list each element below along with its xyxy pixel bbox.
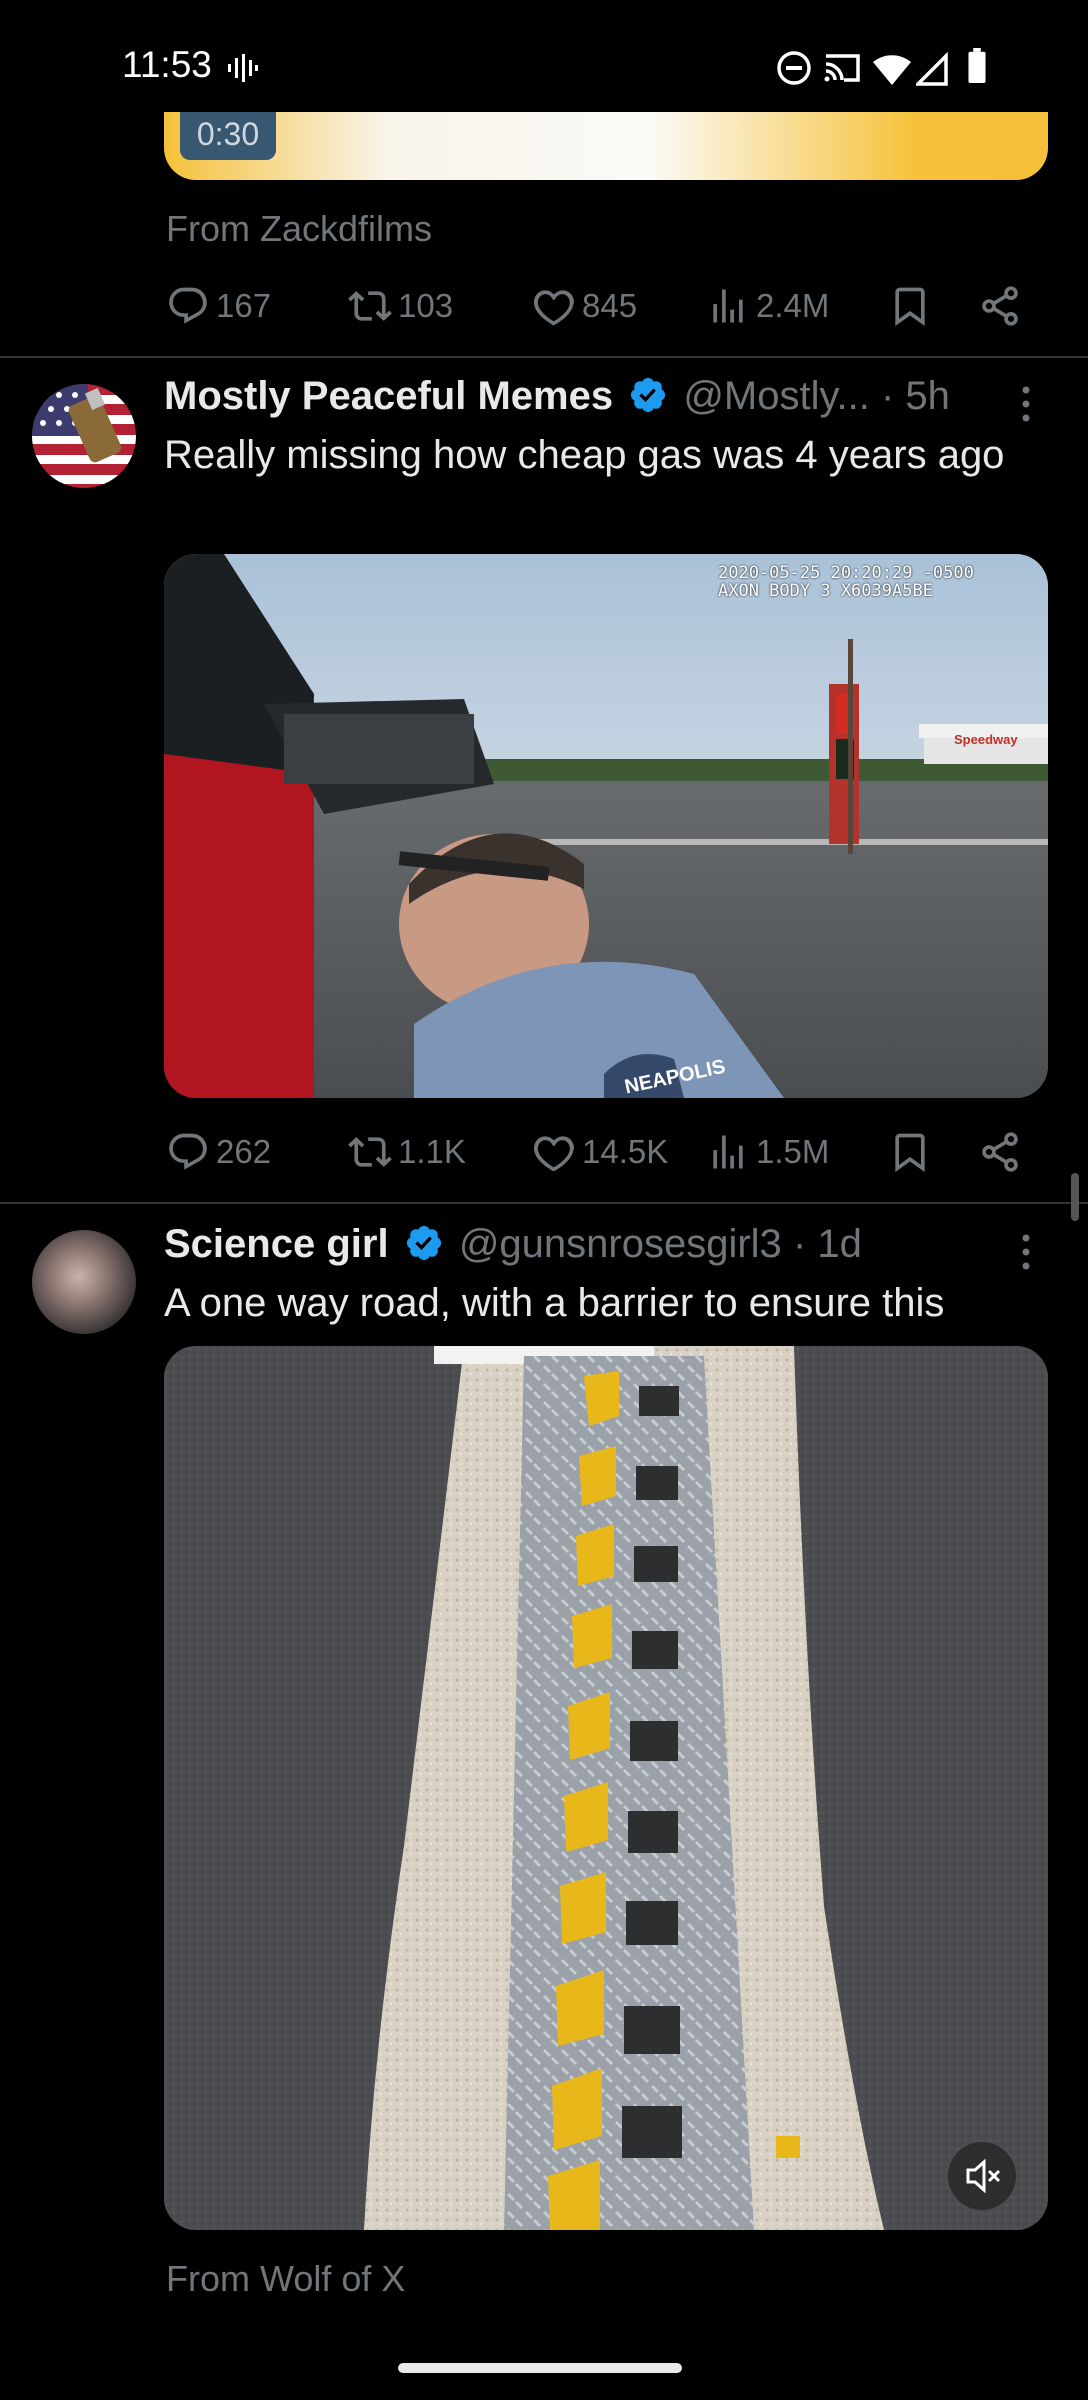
- tweet-image[interactable]: 2020-05-25 20:20:29 -0500 AXON BODY 3 X6…: [164, 554, 1048, 1098]
- post-time[interactable]: · 1d: [793, 1222, 862, 1266]
- road-barrier-scene: [164, 1346, 1048, 2230]
- tweet-text: Really missing how cheap gas was 4 years…: [164, 433, 1005, 477]
- tweet-actions: 167 103 845 2.4M: [166, 276, 1048, 336]
- repost-button[interactable]: 103: [348, 276, 453, 336]
- repost-button[interactable]: 1.1K: [348, 1122, 466, 1182]
- views-count: 2.4M: [756, 287, 830, 324]
- video-duration-badge: 0:30: [180, 112, 276, 160]
- reply-icon: [169, 1133, 207, 1170]
- display-name[interactable]: Mostly Peaceful Memes: [164, 374, 613, 418]
- verified-badge-icon: [406, 1225, 441, 1261]
- tweet-header: Science girl @gunsnrosesgirl3 · 1d: [164, 1222, 862, 1267]
- more-options-icon[interactable]: [1016, 1232, 1036, 1272]
- clipped-actions-edge: [160, 2332, 1060, 2336]
- station-sign: Speedway: [954, 732, 1018, 747]
- bookmark-icon[interactable]: [888, 284, 932, 328]
- like-icon: [533, 1136, 575, 1172]
- battery-icon: [968, 48, 986, 84]
- views-icon: [713, 1135, 743, 1169]
- scrollbar-thumb[interactable]: [1071, 1173, 1079, 1221]
- repost-icon: [348, 291, 392, 321]
- views-button[interactable]: 2.4M: [706, 276, 829, 336]
- reply-count: 167: [216, 287, 272, 324]
- bookmark-icon[interactable]: [888, 1130, 932, 1174]
- tweet-divider: [0, 1202, 1088, 1204]
- tweet-actions: 262 1.1K 14.5K 1.5M: [166, 1122, 1048, 1182]
- like-icon: [533, 290, 575, 326]
- bodycam-scene: [164, 554, 1048, 1098]
- tweet-text: A one way road, with a barrier to ensure…: [164, 1281, 945, 1325]
- cast-icon: [824, 54, 860, 82]
- avatar[interactable]: [32, 384, 136, 488]
- signal-icon: [916, 52, 948, 86]
- views-count: 1.5M: [756, 1133, 830, 1170]
- like-count: 845: [582, 287, 638, 324]
- display-name[interactable]: Science girl: [164, 1222, 389, 1266]
- media-source-caption: From Wolf of X: [166, 2258, 406, 2299]
- tweet-header: Mostly Peaceful Memes @Mostly... · 5h: [164, 374, 950, 419]
- previous-video-media[interactable]: 0:30: [164, 112, 1048, 180]
- tweet-divider: [0, 356, 1088, 358]
- reply-button[interactable]: 262: [166, 1122, 271, 1182]
- like-button[interactable]: 845: [532, 276, 637, 336]
- status-bar: 11:53: [0, 0, 1088, 130]
- post-time[interactable]: · 5h: [881, 374, 950, 418]
- bodycam-timestamp: 2020-05-25 20:20:29 -0500 AXON BODY 3 X6…: [718, 564, 974, 600]
- mute-button[interactable]: [948, 2142, 1016, 2210]
- verified-badge-icon: [631, 377, 666, 413]
- wifi-icon: [873, 55, 911, 85]
- speaker-muted-icon: [966, 2158, 1001, 2194]
- bodycam-stamp-line-2: AXON BODY 3 X6039A5BE: [718, 581, 933, 601]
- user-handle[interactable]: @gunsnrosesgirl3: [459, 1222, 782, 1266]
- user-handle[interactable]: @Mostly...: [683, 374, 870, 418]
- bodycam-stamp-line-1: 2020-05-25 20:20:29 -0500: [718, 563, 974, 583]
- tweet-video[interactable]: [164, 1346, 1048, 2230]
- home-indicator[interactable]: [398, 2363, 682, 2373]
- voice-indicator-icon: [228, 54, 258, 82]
- repost-count: 103: [398, 287, 454, 324]
- reply-button[interactable]: 167: [166, 276, 271, 336]
- repost-count: 1.1K: [398, 1133, 466, 1170]
- views-icon: [713, 289, 743, 323]
- avatar[interactable]: [32, 1230, 136, 1334]
- do-not-disturb-icon: [777, 51, 811, 85]
- share-icon[interactable]: [978, 284, 1022, 328]
- repost-icon: [348, 1137, 392, 1167]
- status-time: 11:53: [122, 44, 212, 85]
- share-icon[interactable]: [978, 1130, 1022, 1174]
- like-count: 14.5K: [582, 1133, 669, 1170]
- like-button[interactable]: 14.5K: [532, 1122, 668, 1182]
- more-options-icon[interactable]: [1016, 384, 1036, 424]
- reply-icon: [169, 287, 207, 324]
- views-button[interactable]: 1.5M: [706, 1122, 829, 1182]
- reply-count: 262: [216, 1133, 272, 1170]
- media-source-caption: From Zackdfilms: [166, 208, 433, 249]
